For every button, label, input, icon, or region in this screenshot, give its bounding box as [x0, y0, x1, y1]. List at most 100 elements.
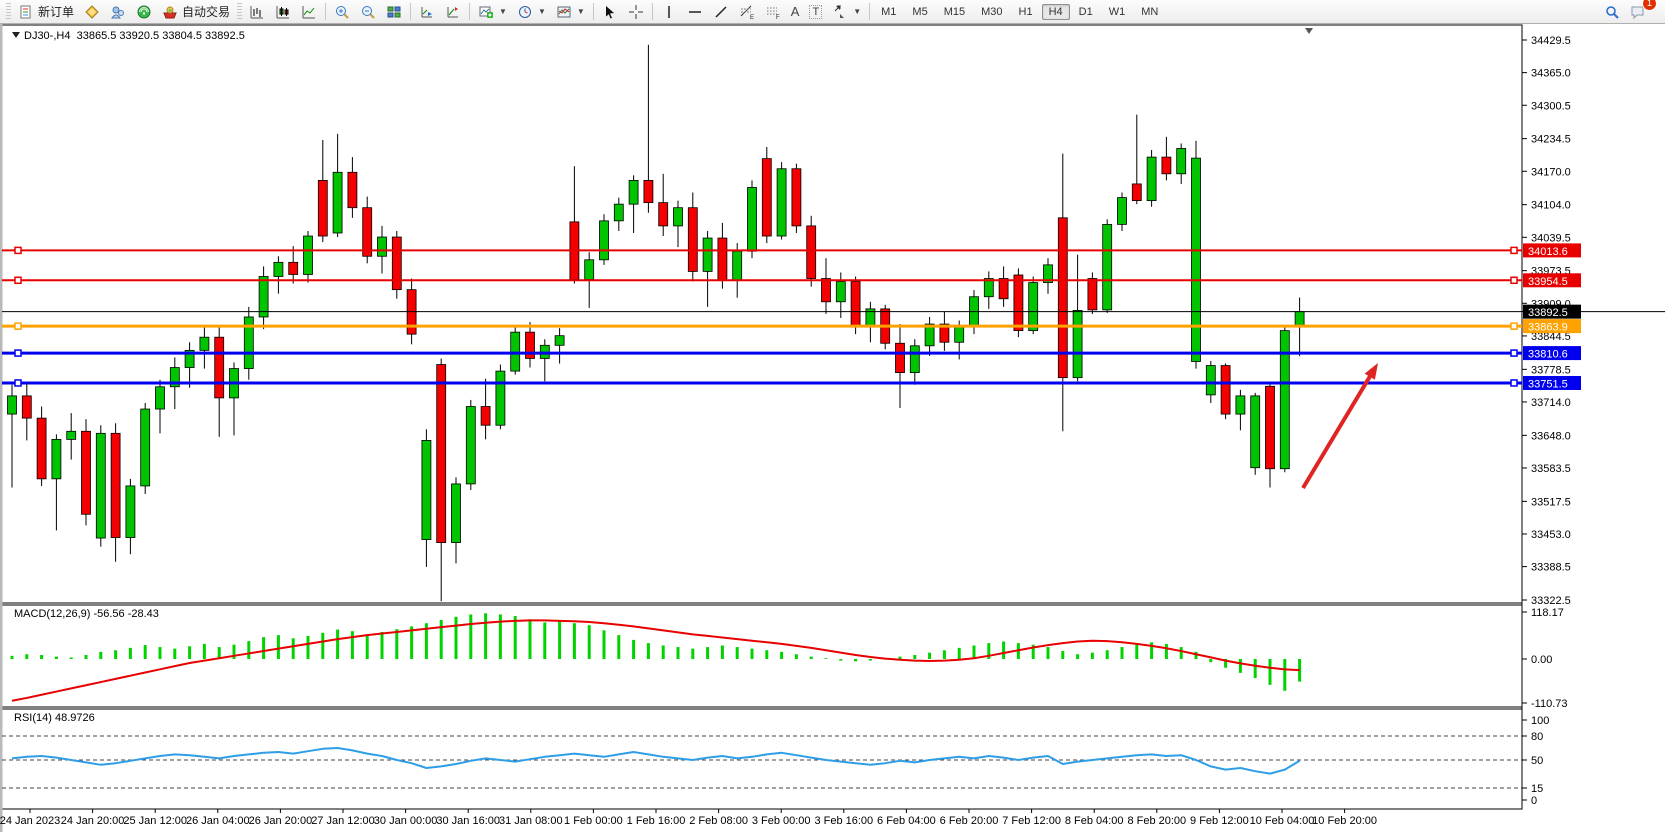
tab-timeframe-w1[interactable]: W1	[1102, 4, 1133, 20]
left-splitter[interactable]	[0, 24, 3, 832]
time-axis-label: 7 Feb 12:00	[1002, 815, 1061, 827]
candle-body	[111, 433, 120, 537]
market-watch-icon	[84, 4, 100, 20]
price-tick-label: 33322.5	[1531, 595, 1571, 607]
tab-timeframe-m5[interactable]: M5	[905, 4, 934, 20]
shapes-tool-button[interactable]: ▼	[827, 0, 866, 23]
indicator-window-button[interactable]	[414, 0, 440, 23]
time-axis-label: 9 Feb 12:00	[1190, 815, 1249, 827]
macd-axis-label: 118.17	[1531, 607, 1564, 619]
candle-body	[703, 238, 712, 271]
zoom-in-button[interactable]	[329, 0, 355, 23]
text-label-tool-button[interactable]: T	[804, 0, 827, 23]
tab-timeframe-m30[interactable]: M30	[974, 4, 1009, 20]
autotrading-button[interactable]: 自动交易	[157, 0, 235, 23]
market-watch-button[interactable]	[79, 0, 105, 23]
bar-chart-icon	[249, 4, 265, 20]
tab-timeframe-d1[interactable]: D1	[1072, 4, 1100, 20]
price-line-label-text: 33751.5	[1528, 378, 1568, 390]
candle-body	[1236, 396, 1245, 414]
text-tool-button[interactable]: A	[786, 0, 805, 23]
tab-timeframe-mn[interactable]: MN	[1134, 4, 1165, 20]
crosshair-tool-button[interactable]	[623, 0, 649, 23]
tab-timeframe-m15[interactable]: M15	[937, 4, 972, 20]
channel-tool-button[interactable]: F	[760, 0, 786, 23]
candle-body	[1029, 283, 1038, 331]
line-anchor-handle[interactable]	[15, 323, 21, 329]
template-icon	[556, 4, 572, 20]
candle-body	[674, 208, 683, 226]
line-anchor-handle[interactable]	[1511, 380, 1517, 386]
line-anchor-handle[interactable]	[15, 247, 21, 253]
candle-body	[910, 346, 919, 373]
candle-body	[1073, 310, 1082, 377]
price-tick-label: 33648.0	[1531, 430, 1571, 442]
fibonacci-tool-button[interactable]: E	[734, 0, 760, 23]
price-tick-label: 34234.5	[1531, 134, 1571, 146]
line-anchor-handle[interactable]	[1511, 350, 1517, 356]
candlestick-chart-icon	[275, 4, 291, 20]
candle-body	[600, 221, 609, 260]
zoom-out-button[interactable]	[355, 0, 381, 23]
data-window-button[interactable]	[105, 0, 131, 23]
candle-body	[141, 409, 150, 486]
chart-window[interactable]: 34429.534365.034300.534234.534170.034104…	[0, 24, 1665, 832]
candle-body	[1118, 198, 1127, 225]
navigator-button[interactable]	[131, 0, 157, 23]
horizontal-line-tool-button[interactable]	[682, 0, 708, 23]
tile-windows-button[interactable]	[381, 0, 407, 23]
candle-body	[688, 208, 697, 272]
time-axis-label: 10 Feb 04:00	[1250, 815, 1315, 827]
candle-body	[1162, 157, 1171, 174]
fibonacci-icon: E	[739, 4, 755, 20]
search-button[interactable]	[1599, 0, 1625, 23]
candle-body	[215, 337, 224, 398]
line-chart-button[interactable]	[296, 0, 322, 23]
candle-body	[363, 208, 372, 257]
bar-chart-button[interactable]	[244, 0, 270, 23]
cursor-tool-button[interactable]	[597, 0, 623, 23]
vertical-line-icon	[661, 4, 677, 20]
pane-frame	[2, 709, 1522, 809]
tab-timeframe-m1[interactable]: M1	[874, 4, 903, 20]
time-axis-label: 25 Jan 12:00	[123, 815, 187, 827]
period-button[interactable]: ▼	[512, 0, 551, 23]
candle-body	[1147, 157, 1156, 201]
notifications-button[interactable]: 1	[1625, 0, 1651, 23]
tab-timeframe-h1[interactable]: H1	[1012, 4, 1040, 20]
macd-axis-label: 0.00	[1531, 654, 1552, 666]
tab-timeframe-h4[interactable]: H4	[1042, 4, 1070, 20]
candle-body	[896, 343, 905, 372]
new-order-button[interactable]: 新订单	[13, 0, 79, 23]
toolbar-grip[interactable]	[237, 3, 242, 20]
new-chart-button[interactable]: ▼	[473, 0, 512, 23]
candle-body	[1266, 386, 1275, 468]
line-anchor-handle[interactable]	[1511, 247, 1517, 253]
line-anchor-handle[interactable]	[1511, 277, 1517, 283]
candle-body	[1088, 279, 1097, 310]
time-axis-label: 27 Jan 12:00	[311, 815, 375, 827]
candle-body	[807, 226, 816, 279]
cursor-icon	[602, 4, 618, 20]
chart-canvas[interactable]: 34429.534365.034300.534234.534170.034104…	[0, 24, 1665, 832]
indicator-window-icon	[419, 4, 435, 20]
indicator-add-button[interactable]	[440, 0, 466, 23]
price-tick-label: 34039.5	[1531, 232, 1571, 244]
line-anchor-handle[interactable]	[15, 277, 21, 283]
candle-body	[348, 172, 357, 207]
period-caret: ▼	[538, 7, 546, 16]
toolbar-grip[interactable]	[6, 3, 11, 20]
candle-body	[126, 486, 135, 538]
autotrading-icon	[162, 4, 178, 20]
line-anchor-handle[interactable]	[15, 380, 21, 386]
trendline-tool-button[interactable]	[708, 0, 734, 23]
line-anchor-handle[interactable]	[15, 350, 21, 356]
clock-icon	[517, 4, 533, 20]
macd-axis-label: -110.73	[1531, 698, 1568, 710]
template-button[interactable]: ▼	[551, 0, 590, 23]
candlestick-chart-button[interactable]	[270, 0, 296, 23]
line-anchor-handle[interactable]	[1511, 323, 1517, 329]
candle-body	[792, 169, 801, 226]
crosshair-icon	[628, 4, 644, 20]
vertical-line-tool-button[interactable]	[656, 0, 682, 23]
